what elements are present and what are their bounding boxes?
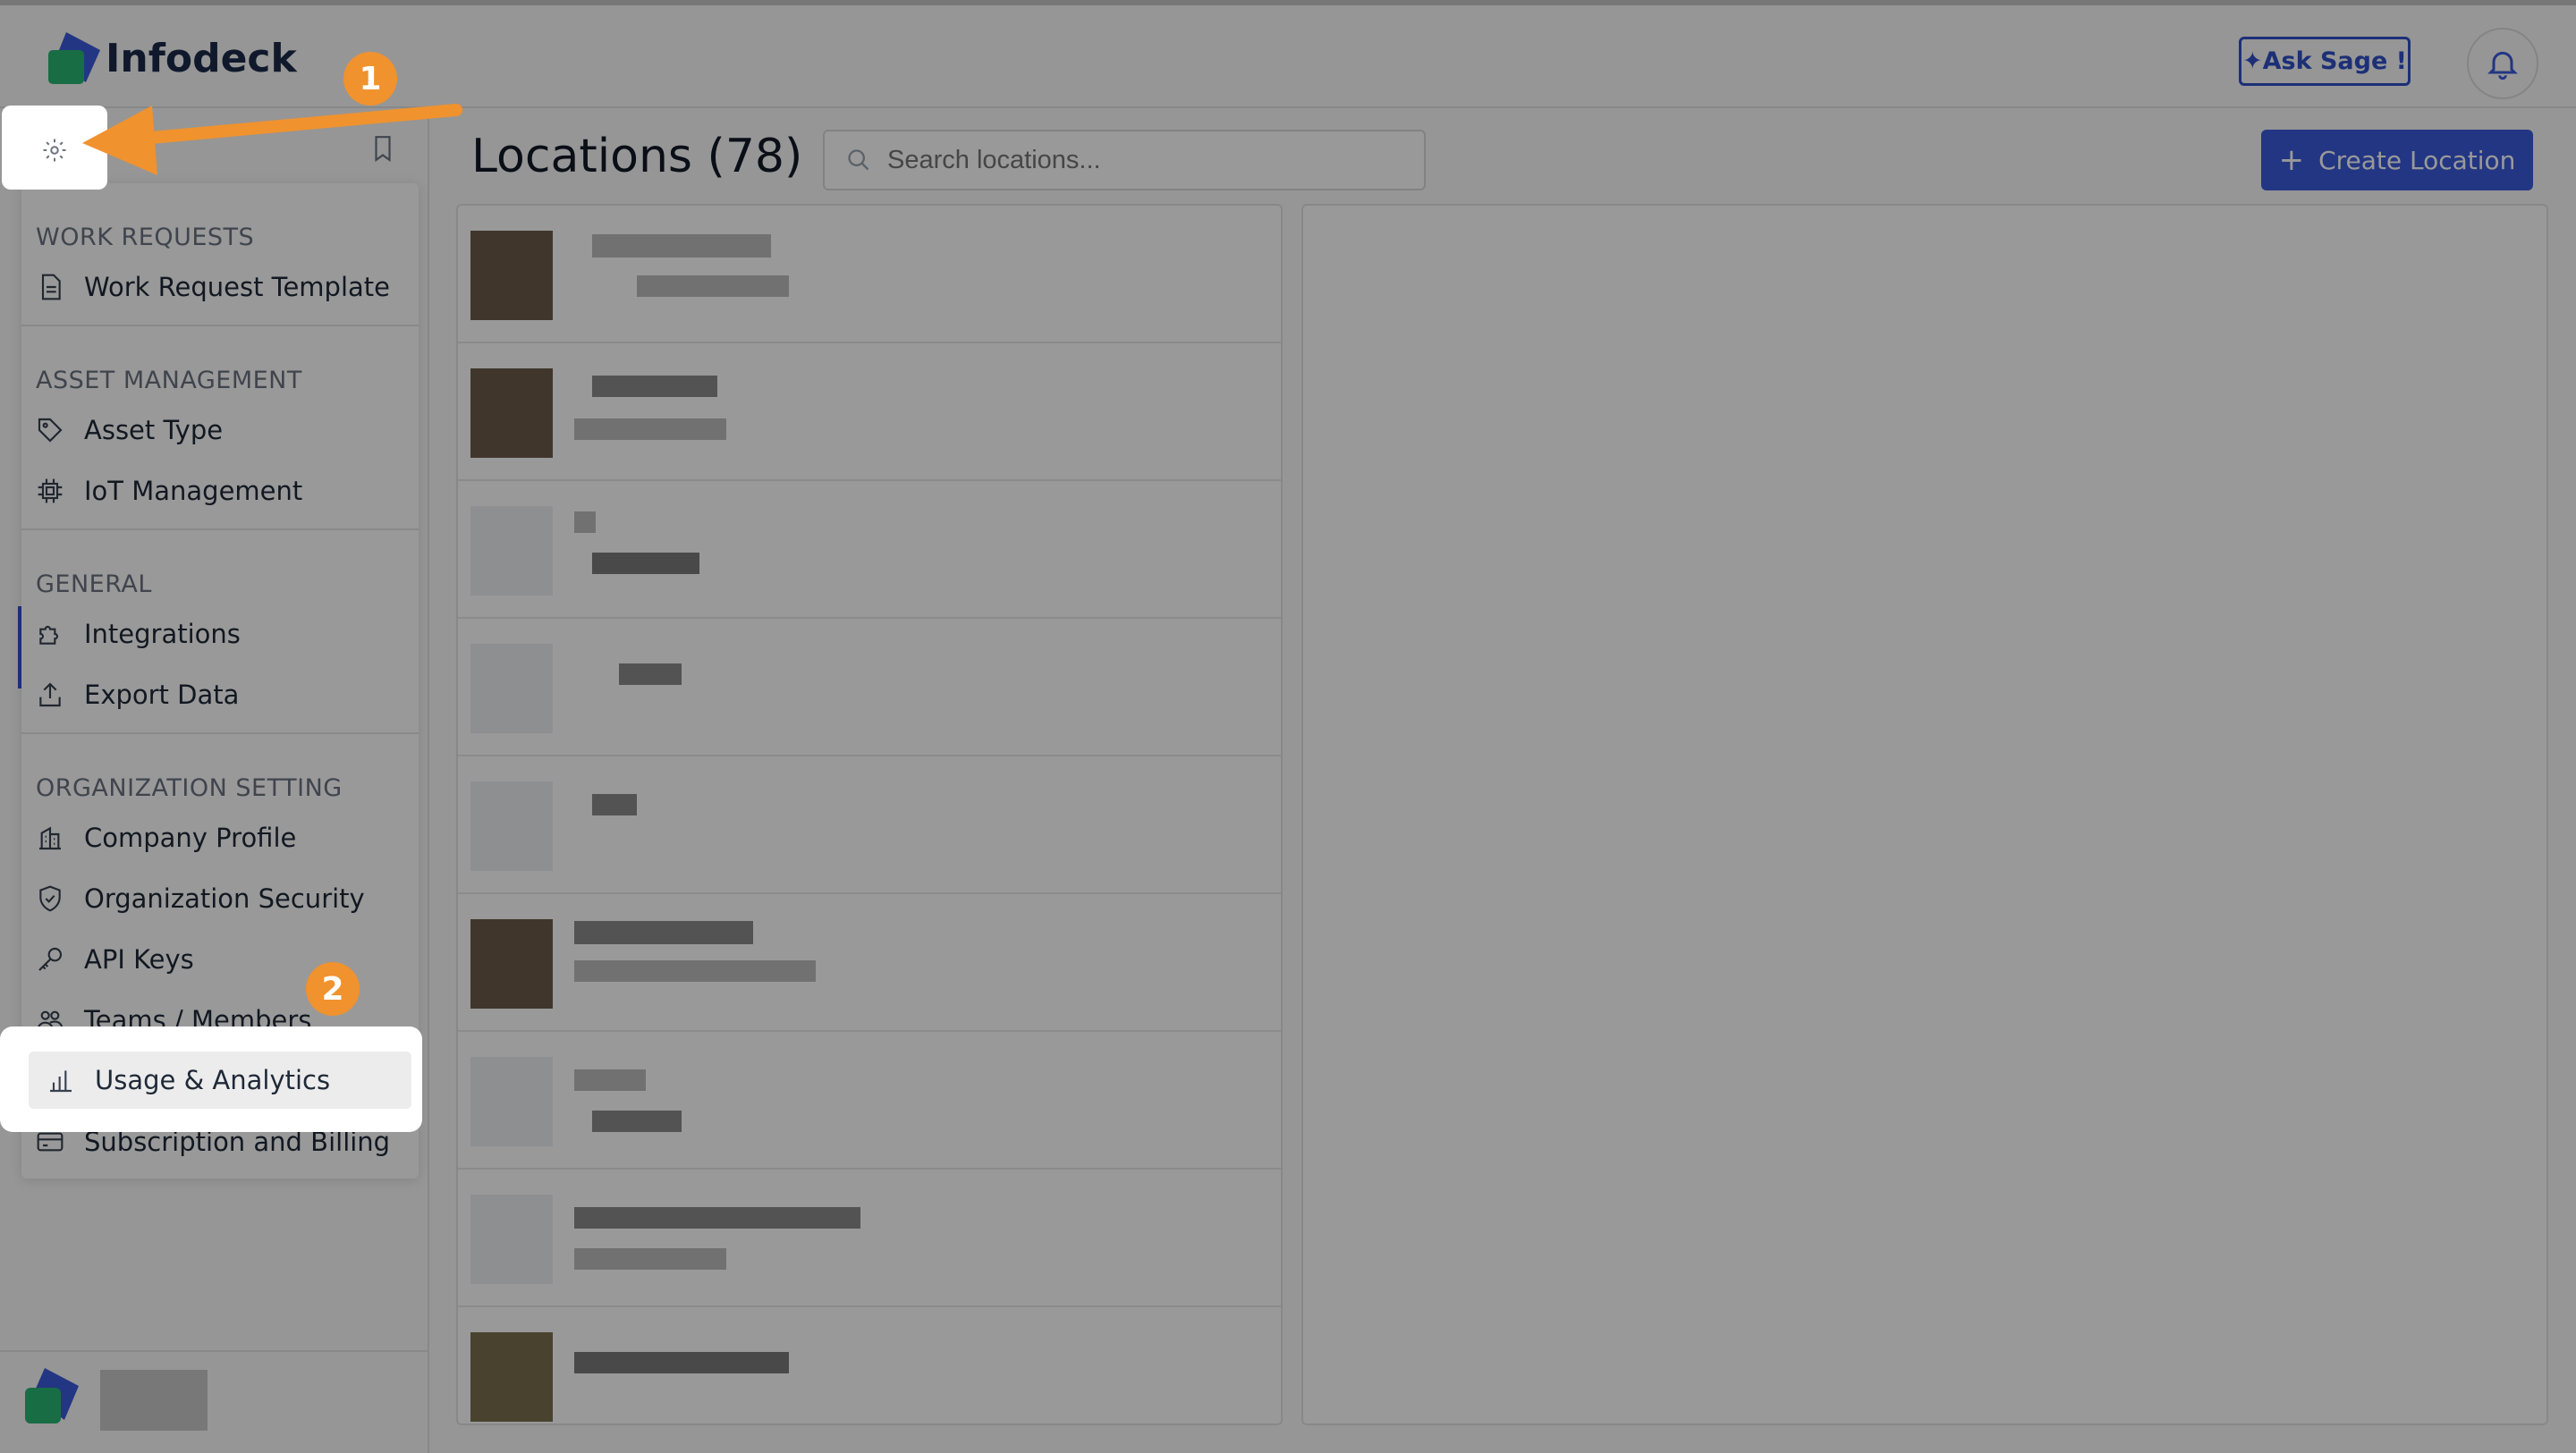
step-badge-1: 1 (343, 52, 397, 106)
arrow-annotation (82, 104, 462, 175)
step-badge-2: 2 (306, 962, 360, 1016)
gear-icon (43, 139, 66, 162)
settings-button-highlighted[interactable] (13, 118, 97, 182)
